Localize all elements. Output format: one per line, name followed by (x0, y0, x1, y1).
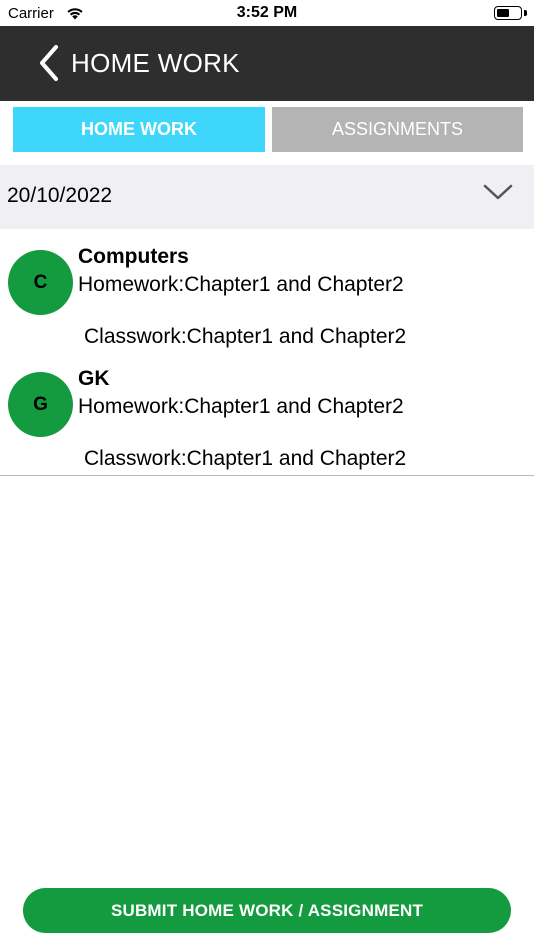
status-time: 3:52 PM (236, 4, 298, 21)
classwork-text: Classwork:Chapter1 and Chapter2 (84, 325, 407, 348)
homework-text: Homework:Chapter1 and Chapter2 (78, 395, 404, 418)
page-title: HOME WORK (71, 48, 240, 78)
chevron-left-icon[interactable] (36, 44, 66, 82)
subject-name: GK (78, 367, 110, 390)
battery-icon (494, 6, 522, 20)
selected-date: 20/10/2022 (7, 184, 113, 207)
list-item[interactable]: G GK Homework:Chapter1 and Chapter2 Clas… (0, 353, 534, 476)
homework-text: Homework:Chapter1 and Chapter2 (78, 273, 404, 296)
subject-name: Computers (78, 245, 189, 268)
date-selector[interactable]: 20/10/2022 (0, 165, 534, 229)
list-item[interactable]: C Computers Homework:Chapter1 and Chapte… (0, 231, 534, 354)
battery-level (497, 9, 510, 17)
classwork-text: Classwork:Chapter1 and Chapter2 (84, 447, 407, 470)
tab-bar: HOME WORK ASSIGNMENTS (0, 101, 534, 165)
battery-tip (524, 10, 527, 16)
subject-avatar: C (8, 250, 73, 315)
status-bar: Carrier 3:52 PM (0, 0, 534, 26)
tab-assignments[interactable]: ASSIGNMENTS (272, 107, 523, 152)
chevron-down-icon[interactable] (482, 182, 514, 202)
tab-home-work[interactable]: HOME WORK (13, 107, 265, 152)
submit-homework-button[interactable]: SUBMIT HOME WORK / ASSIGNMENT (23, 888, 511, 933)
subject-avatar: G (8, 372, 73, 437)
nav-bar: HOME WORK (0, 26, 534, 101)
